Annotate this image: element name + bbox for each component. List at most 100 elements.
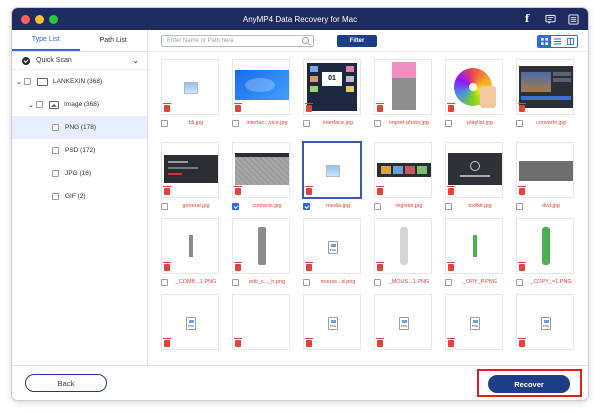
file-thumbnail[interactable] — [445, 218, 503, 274]
file-checkbox[interactable] — [374, 202, 381, 210]
file-checkbox[interactable] — [445, 278, 452, 286]
tree-item-gif[interactable]: GIF (2) — [12, 185, 147, 208]
file-checkbox[interactable] — [303, 119, 310, 127]
file-thumbnail[interactable] — [303, 142, 361, 198]
file-thumbnail[interactable] — [232, 59, 290, 115]
file-card[interactable]: convertir.jpg — [510, 53, 574, 131]
file-card[interactable]: toolkit.jpg — [439, 136, 503, 214]
file-thumbnail[interactable] — [516, 142, 574, 198]
file-thumbnail[interactable] — [161, 142, 219, 198]
file-card[interactable]: playlist.jpg — [439, 53, 503, 131]
search-icon[interactable] — [302, 37, 309, 44]
expand-arrow-icon[interactable]: ⌄ — [28, 101, 36, 109]
file-checkbox[interactable] — [516, 202, 523, 210]
file-card[interactable]: 01 interface.jpg — [297, 53, 361, 131]
file-checkbox[interactable] — [232, 278, 239, 286]
file-checkbox[interactable] — [516, 119, 523, 127]
file-thumbnail[interactable] — [374, 142, 432, 198]
file-thumbnail[interactable]: PNG — [445, 294, 503, 350]
file-card[interactable]: contacts.jpg — [226, 136, 290, 214]
file-checkbox[interactable] — [374, 119, 381, 127]
feedback-icon[interactable] — [543, 12, 557, 26]
png-label: PNG (178) — [65, 124, 97, 131]
file-checkbox[interactable] — [232, 119, 239, 127]
file-card[interactable]: PNG — [297, 288, 361, 365]
file-card[interactable]: _MOUS...1.PNG — [368, 212, 432, 290]
file-card[interactable]: edit_c..._h.png — [226, 212, 290, 290]
tab-path-list[interactable]: Path List — [80, 30, 148, 51]
file-checkbox[interactable] — [516, 278, 523, 286]
filter-button[interactable]: Filter — [337, 35, 377, 47]
trash-icon — [234, 338, 242, 347]
file-thumbnail[interactable] — [374, 59, 432, 115]
file-card[interactable]: general.jpg — [155, 136, 219, 214]
file-thumbnail[interactable]: PNG — [374, 294, 432, 350]
tree-item-png[interactable]: PNG (178) — [12, 116, 147, 139]
file-card[interactable]: PNG — [439, 288, 503, 365]
file-card[interactable]: _COMB...1.PNG — [155, 212, 219, 290]
file-card[interactable]: PNG — [155, 288, 219, 365]
file-checkbox[interactable] — [445, 202, 452, 210]
file-thumbnail[interactable] — [232, 218, 290, 274]
file-checkbox[interactable] — [161, 278, 168, 286]
file-checkbox[interactable] — [374, 278, 381, 286]
file-thumbnail[interactable] — [161, 218, 219, 274]
tree-item-image[interactable]: ⌄ Image (368) — [12, 93, 147, 116]
file-card[interactable]: interfac...vice.jpg — [226, 53, 290, 131]
file-card[interactable]: PNG — [510, 288, 574, 365]
file-thumbnail[interactable] — [445, 59, 503, 115]
facebook-icon[interactable]: f — [520, 12, 534, 26]
trash-icon — [376, 103, 384, 112]
tree-item-psd[interactable]: PSD (172) — [12, 139, 147, 162]
recover-button[interactable]: Recover — [488, 375, 570, 393]
list-view-button[interactable] — [551, 36, 564, 47]
file-card[interactable]: PNG mouse...d.png — [297, 212, 361, 290]
file-thumbnail[interactable] — [516, 59, 574, 115]
file-card[interactable]: media.jpg — [297, 136, 361, 214]
gif-checkbox[interactable] — [52, 193, 59, 200]
file-thumbnail[interactable] — [232, 142, 290, 198]
quick-scan-row[interactable]: Quick Scan ⌄ — [12, 52, 147, 70]
file-checkbox[interactable] — [303, 202, 310, 210]
back-button[interactable]: Back — [25, 374, 107, 392]
file-thumbnail[interactable]: PNG — [303, 218, 361, 274]
file-thumbnail[interactable] — [516, 218, 574, 274]
file-checkbox[interactable] — [232, 202, 239, 210]
search-input[interactable]: Enter Name or Path here — [161, 35, 314, 47]
file-card[interactable]: import-photo.jpg — [368, 53, 432, 131]
file-thumbnail[interactable] — [445, 142, 503, 198]
detail-view-button[interactable] — [564, 36, 577, 47]
file-thumbnail[interactable]: PNG — [516, 294, 574, 350]
image-checkbox[interactable] — [36, 101, 43, 108]
file-card[interactable] — [226, 288, 290, 365]
tree-item-jpg[interactable]: JPG (16) — [12, 162, 147, 185]
tab-type-list[interactable]: Type List — [12, 30, 80, 51]
file-card[interactable]: _COPY_=1.PNG — [510, 212, 574, 290]
psd-checkbox[interactable] — [52, 147, 59, 154]
file-thumbnail[interactable]: PNG — [303, 294, 361, 350]
file-thumbnail[interactable] — [374, 218, 432, 274]
file-checkbox[interactable] — [161, 202, 168, 210]
chevron-down-icon[interactable]: ⌄ — [132, 56, 139, 65]
file-card[interactable]: register.jpg — [368, 136, 432, 214]
file-thumbnail[interactable]: PNG — [161, 294, 219, 350]
file-thumbnail[interactable] — [232, 294, 290, 350]
file-card[interactable]: dvd.jpg — [510, 136, 574, 214]
file-card[interactable]: PNG — [368, 288, 432, 365]
png-file-icon: PNG — [328, 317, 338, 330]
jpg-checkbox[interactable] — [52, 170, 59, 177]
file-thumbnail[interactable] — [161, 59, 219, 115]
file-checkbox[interactable] — [445, 119, 452, 127]
file-checkbox[interactable] — [161, 119, 168, 127]
tree-item-drive[interactable]: ⌄ LANKEXIN (368) — [12, 70, 147, 93]
drive-checkbox[interactable] — [24, 78, 31, 85]
file-checkbox[interactable] — [303, 278, 310, 286]
trash-icon — [518, 186, 526, 195]
expand-arrow-icon[interactable]: ⌄ — [16, 78, 24, 86]
file-card[interactable]: bli.jpg — [155, 53, 219, 131]
file-thumbnail[interactable]: 01 — [303, 59, 361, 115]
menu-icon[interactable] — [566, 12, 580, 26]
grid-view-button[interactable] — [538, 36, 551, 47]
file-card[interactable]: _OPY_P.PNG — [439, 212, 503, 290]
png-checkbox[interactable] — [52, 124, 59, 131]
